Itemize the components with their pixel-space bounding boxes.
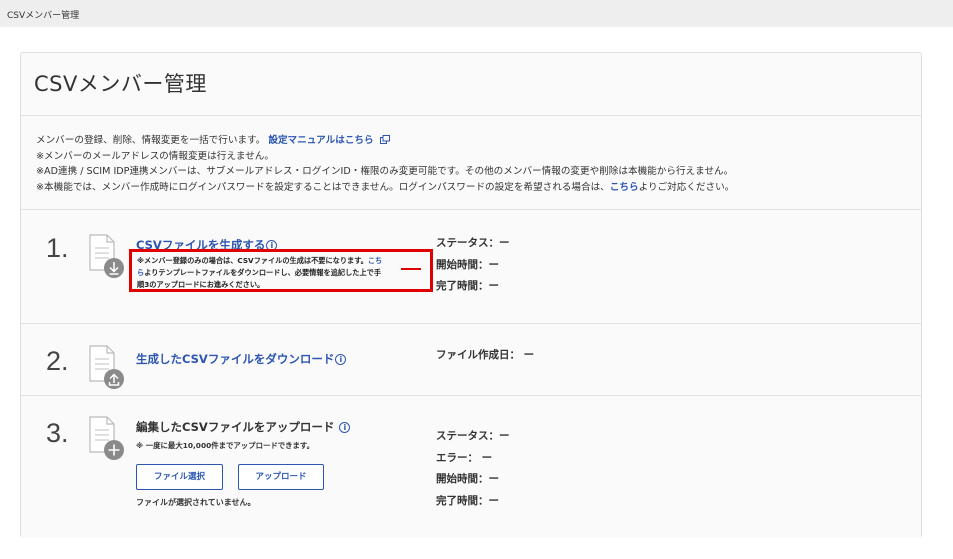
file-select-button[interactable]: ファイル選択 — [136, 464, 223, 490]
template-link[interactable]: こち — [368, 256, 382, 265]
error-text: エラー： ー — [436, 451, 493, 464]
note-line-1: メンバーの登録、削除、情報変更を一括で行います。 設定マニュアルはこちら — [36, 133, 916, 149]
note-text: ※本機能では、メンバー作成時にログインパスワードを設定することはできません。ログ… — [36, 181, 610, 193]
notice-line: よりテンプレートファイルをダウンロードし、必要情報を追記した上で手 — [144, 268, 382, 277]
info-icon[interactable]: i — [335, 354, 347, 365]
no-file-selected-text: ファイルが選択されていません。 — [136, 498, 256, 507]
step-2-status: ファイル作成日： ー — [436, 345, 534, 367]
red-underline-mark — [401, 268, 421, 270]
start-time-text: 開始時間：ー — [436, 473, 499, 485]
step-number: 2. — [46, 346, 69, 376]
step-3: 3. 編集したCSVファイルをアップロード i ※ 一度に最大10,000件までア… — [21, 396, 921, 539]
manual-link[interactable]: 設定マニュアルはこちら — [268, 135, 373, 146]
notice-line: ※メンバー登録のみの場合は、CSVファイルの生成は不要になります。 — [137, 256, 368, 265]
step-1-status: ステータス：ー 開始時間：ー 完了時間：ー — [436, 233, 510, 298]
file-add-icon — [89, 416, 124, 460]
note-text: よりご対応ください。 — [638, 181, 735, 193]
step-title-text: 生成したCSVファイルをダウンロード — [136, 352, 335, 366]
status-text: ステータス：ー — [436, 237, 510, 249]
upload-csv-title: 編集したCSVファイルをアップロード i — [136, 419, 351, 435]
top-bar: CSVメンバー管理 — [0, 0, 953, 27]
card-header: CSVメンバー管理 — [21, 53, 921, 116]
highlighted-notice: ※メンバー登録のみの場合は、CSVファイルの生成は不要になります。こち らよりテ… — [129, 249, 433, 292]
note-line-2: ※メンバーのメールアドレスの情報変更は行えません。 — [36, 150, 274, 162]
upload-limit-note: ※ 一度に最大10,000件までアップロードできます。 — [136, 441, 314, 450]
breadcrumb: CSVメンバー管理 — [7, 11, 80, 21]
notice-line: 順3のアップロードにお進みください。 — [137, 280, 265, 289]
steps-section: 1. CSVファイルを生成する i ※メンバー登録のみの場合は、CSVファイルの生… — [21, 209, 921, 538]
info-icon[interactable]: i — [339, 422, 351, 433]
note-line-4: ※本機能では、メンバー作成時にログインパスワードを設定することはできません。ログ… — [36, 180, 916, 196]
step-title-text: 編集したCSVファイルをアップロード — [136, 420, 335, 434]
file-upload-icon — [89, 345, 124, 389]
notice-text: ※メンバー登録のみの場合は、CSVファイルの生成は不要になります。こち らよりテ… — [137, 255, 429, 291]
step-3-status: ステータス：ー エラー： ー 開始時間：ー 完了時間：ー — [436, 426, 510, 512]
step-number: 1. — [46, 233, 69, 263]
note-line-3: ※AD連携 / SCIM IDP連携メンバーは、サブメールアドレス・ログインID… — [36, 166, 734, 177]
external-link-icon[interactable] — [379, 135, 390, 144]
file-download-icon — [89, 234, 124, 278]
password-help-link[interactable]: こちら — [610, 182, 639, 193]
description-notes: メンバーの登録、削除、情報変更を一括で行います。 設定マニュアルはこちら ※メン… — [36, 133, 916, 195]
note-text: メンバーの登録、削除、情報変更を一括で行います。 — [36, 135, 266, 146]
upload-button[interactable]: アップロード — [238, 464, 324, 490]
step-1: 1. CSVファイルを生成する i ※メンバー登録のみの場合は、CSVファイルの生… — [21, 210, 921, 324]
file-created-date-text: ファイル作成日： ー — [436, 349, 535, 361]
status-text: ステータス：ー — [436, 430, 510, 442]
step-number: 3. — [46, 418, 69, 448]
step-2: 2. 生成したCSVファイルをダウンロード i ファイル作成日： ー — [21, 324, 921, 396]
csv-member-card: CSVメンバー管理 メンバーの登録、削除、情報変更を一括で行います。 設定マニュ… — [20, 52, 922, 538]
end-time-text: 完了時間：ー — [436, 280, 499, 292]
start-time-text: 開始時間：ー — [436, 258, 499, 271]
page-title: CSVメンバー管理 — [34, 72, 207, 96]
end-time-text: 完了時間：ー — [436, 494, 499, 507]
download-csv-link[interactable]: 生成したCSVファイルをダウンロード i — [136, 351, 347, 367]
